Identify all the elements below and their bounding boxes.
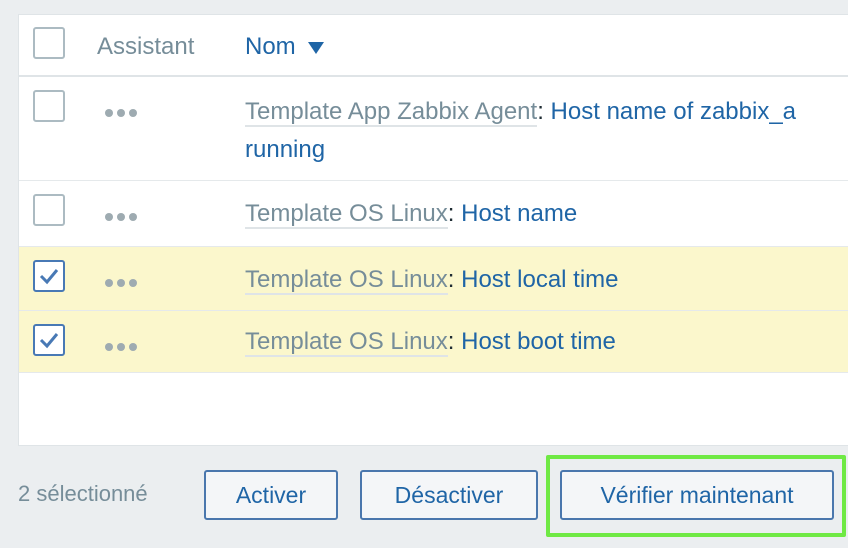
wizard-menu-icon[interactable] [105, 338, 141, 356]
name-column-label: Nom [245, 33, 296, 60]
checkmark-icon [39, 269, 59, 285]
table-header: Assistant Nom [19, 15, 848, 77]
row-checkbox-checked[interactable] [33, 324, 65, 356]
items-table: Assistant Nom Template App Zabbix Agent:… [18, 14, 848, 446]
table-row: Template OS Linux: Host name [19, 181, 848, 247]
table-row: Template App Zabbix Agent: Host name of … [19, 77, 848, 181]
item-link[interactable]: Host local time [461, 266, 618, 293]
activate-button[interactable]: Activer [204, 470, 338, 520]
wizard-menu-icon[interactable] [105, 208, 141, 226]
item-name-cell: Template OS Linux: Host local time [245, 261, 619, 299]
item-name-cell: Template OS Linux: Host boot time [245, 323, 616, 361]
select-all-checkbox[interactable] [33, 27, 65, 59]
separator: : [447, 328, 455, 355]
checkmark-icon [39, 333, 59, 349]
separator: : [537, 98, 544, 125]
item-link-continued[interactable]: running [245, 136, 325, 163]
row-checkbox[interactable] [33, 90, 65, 122]
item-link[interactable]: Host boot time [461, 328, 616, 355]
table-row: Template OS Linux: Host local time [19, 247, 848, 311]
selected-count: 2 sélectionné [18, 481, 148, 506]
item-link[interactable]: Host name of zabbix_a [551, 98, 796, 125]
check-now-button[interactable]: Vérifier maintenant [560, 470, 834, 520]
wizard-menu-icon[interactable] [105, 274, 141, 292]
item-name-cell: Template App Zabbix Agent: Host name of … [245, 93, 796, 169]
row-checkbox-checked[interactable] [33, 260, 65, 292]
item-link[interactable]: Host name [461, 200, 577, 227]
row-checkbox[interactable] [33, 194, 65, 226]
deactivate-button[interactable]: Désactiver [360, 470, 538, 520]
template-link[interactable]: Template OS Linux [245, 328, 448, 357]
name-column-header[interactable]: Nom [245, 33, 325, 61]
item-name-cell: Template OS Linux: Host name [245, 195, 577, 233]
assistant-column-header: Assistant [97, 33, 195, 60]
template-link[interactable]: Template OS Linux [245, 266, 448, 295]
table-row: Template OS Linux: Host boot time [19, 311, 848, 373]
wizard-menu-icon[interactable] [105, 104, 141, 122]
template-link[interactable]: Template App Zabbix Agent [245, 98, 538, 127]
separator: : [447, 200, 455, 227]
template-link[interactable]: Template OS Linux [245, 200, 448, 229]
separator: : [447, 266, 455, 293]
sort-desc-icon [308, 41, 325, 54]
